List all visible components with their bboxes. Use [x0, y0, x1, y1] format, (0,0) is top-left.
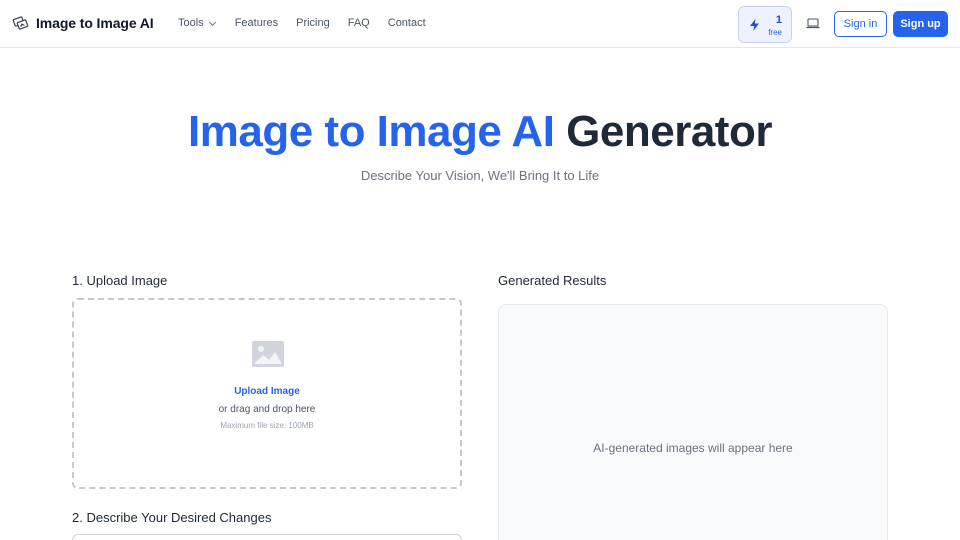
nav-contact[interactable]: Contact — [388, 17, 426, 29]
describe-heading: 2. Describe Your Desired Changes — [72, 510, 272, 525]
page-title-accent: Image to Image AI — [188, 107, 555, 156]
logo-icon — [12, 16, 29, 30]
upload-dropzone[interactable]: Upload Image or drag and drop here Maxim… — [72, 298, 462, 489]
nav-tools-label: Tools — [178, 17, 204, 29]
upload-image-link[interactable]: Upload Image — [74, 386, 460, 397]
results-empty-text: AI-generated images will appear here — [593, 441, 793, 455]
nav-pricing[interactable]: Pricing — [296, 17, 330, 29]
sign-up-button[interactable]: Sign up — [893, 11, 948, 37]
results-panel: AI-generated images will appear here — [498, 304, 888, 540]
nav-faq[interactable]: FAQ — [348, 17, 370, 29]
sign-in-button[interactable]: Sign in — [834, 11, 887, 37]
nav-features[interactable]: Features — [235, 17, 278, 29]
main-nav: Tools Features Pricing FAQ Contact — [178, 17, 426, 29]
top-navbar: Image to Image AI Tools Features Pricing… — [0, 0, 960, 48]
bolt-icon — [750, 19, 759, 31]
brand-logo[interactable]: Image to Image AI — [12, 14, 154, 31]
upload-hint: or drag and drop here — [218, 404, 316, 415]
brand-name: Image to Image AI — [36, 14, 154, 31]
results-heading: Generated Results — [498, 273, 607, 288]
page-title-rest: Generator — [566, 107, 772, 156]
chevron-down-icon — [208, 21, 216, 26]
upload-max-size: Maximum file size: 100MB — [220, 421, 314, 430]
prompt-textarea[interactable] — [72, 534, 462, 540]
credits-label: free — [768, 28, 782, 37]
credits-count: 1 — [775, 14, 782, 26]
upload-heading: 1. Upload Image — [72, 273, 168, 288]
credits-badge[interactable]: 1 free — [738, 6, 792, 43]
page-title: Image to Image AI Generator — [0, 104, 960, 160]
nav-tools[interactable]: Tools — [178, 17, 217, 29]
image-icon — [252, 341, 284, 367]
laptop-icon[interactable] — [806, 17, 820, 30]
page-subtitle: Describe Your Vision, We'll Bring It to … — [360, 168, 600, 183]
